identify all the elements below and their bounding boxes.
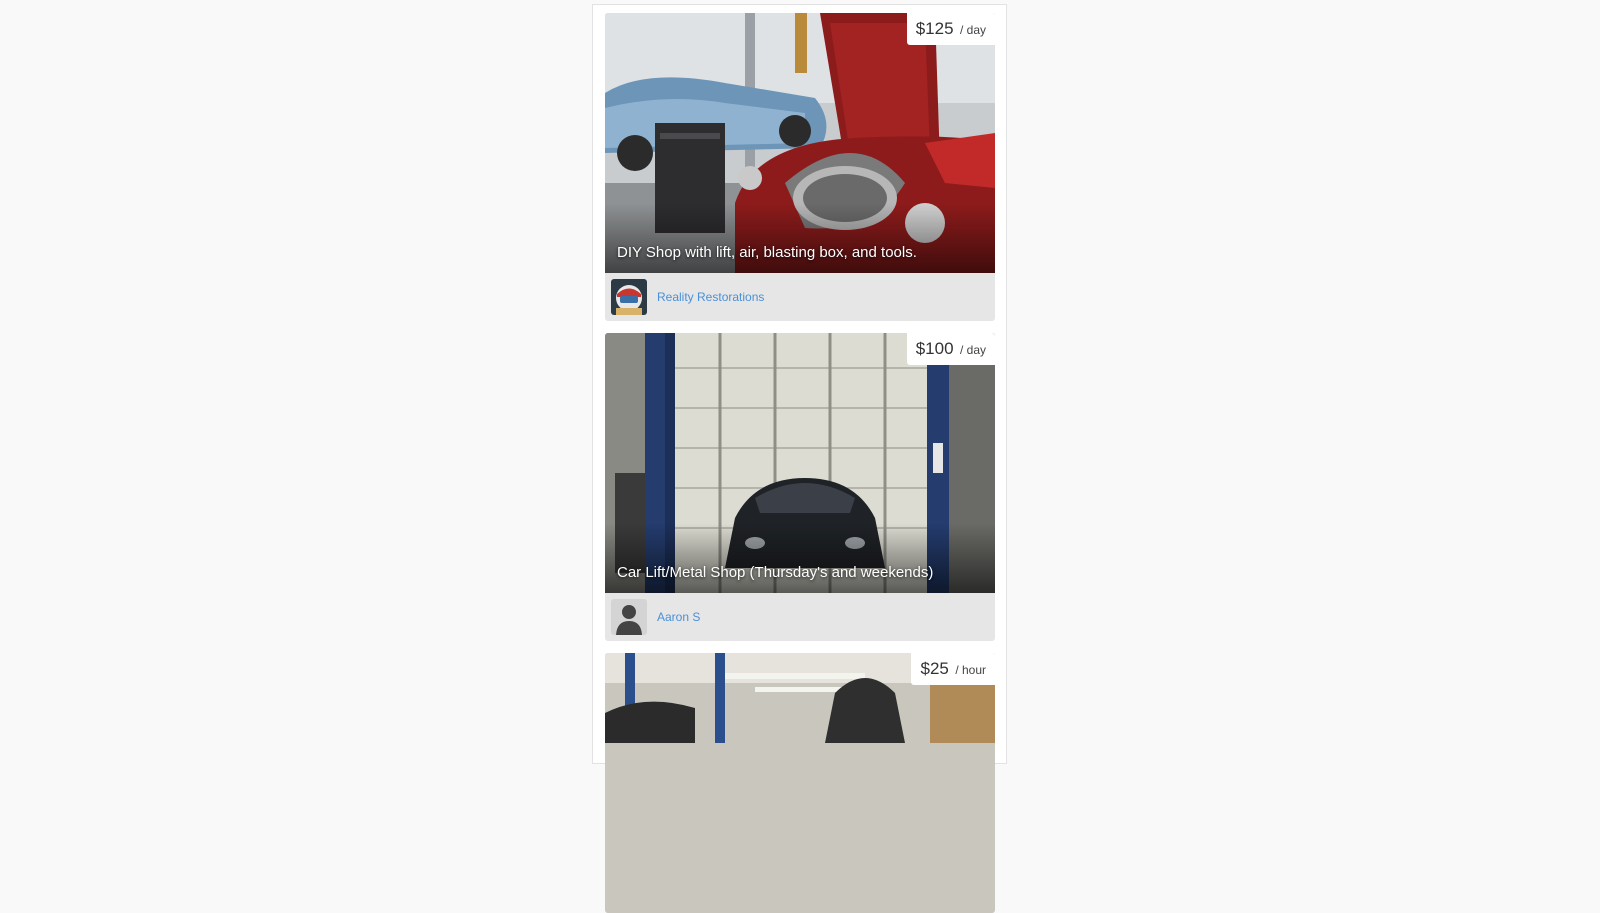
listing-card[interactable]: $100 / day Car Lift/Metal Shop (Thursday… bbox=[605, 333, 995, 641]
listing-card[interactable]: $125 / day DIY Shop with lift, air, blas… bbox=[605, 13, 995, 321]
price-unit: / day bbox=[959, 343, 986, 357]
listing-title[interactable]: Car Lift/Metal Shop (Thursday's and week… bbox=[617, 564, 983, 581]
owner-row: Reality Restorations bbox=[605, 273, 995, 321]
car-on-lift-photo bbox=[605, 333, 995, 593]
owner-name-link[interactable]: Reality Restorations bbox=[657, 290, 764, 304]
owner-row: Aaron S bbox=[605, 593, 995, 641]
price-unit: / hour bbox=[955, 663, 986, 677]
price-amount: $125 bbox=[915, 19, 954, 38]
auto-shop-photo bbox=[605, 653, 995, 913]
listing-title[interactable]: DIY Shop with lift, air, blasting box, a… bbox=[617, 244, 983, 261]
listing-card[interactable]: $25 / hour bbox=[605, 653, 995, 913]
price-badge: $100 / day bbox=[906, 333, 995, 365]
listing-photo[interactable]: $25 / hour bbox=[605, 653, 995, 913]
price-amount: $25 bbox=[920, 659, 949, 678]
owner-avatar[interactable] bbox=[611, 599, 647, 635]
listing-photo[interactable]: $100 / day Car Lift/Metal Shop (Thursday… bbox=[605, 333, 995, 593]
racing-helmet-avatar-icon bbox=[611, 279, 647, 315]
price-amount: $100 bbox=[915, 339, 954, 358]
owner-name-link[interactable]: Aaron S bbox=[657, 610, 700, 624]
listing-column: $125 / day DIY Shop with lift, air, blas… bbox=[592, 4, 1007, 913]
price-badge: $125 / day bbox=[906, 13, 995, 45]
classic-cars-garage-photo bbox=[605, 13, 995, 273]
price-badge: $25 / hour bbox=[911, 653, 995, 685]
price-unit: / day bbox=[959, 23, 986, 37]
owner-avatar[interactable] bbox=[611, 279, 647, 315]
default-user-avatar-icon bbox=[611, 599, 647, 635]
listing-photo[interactable]: $125 / day DIY Shop with lift, air, blas… bbox=[605, 13, 995, 273]
